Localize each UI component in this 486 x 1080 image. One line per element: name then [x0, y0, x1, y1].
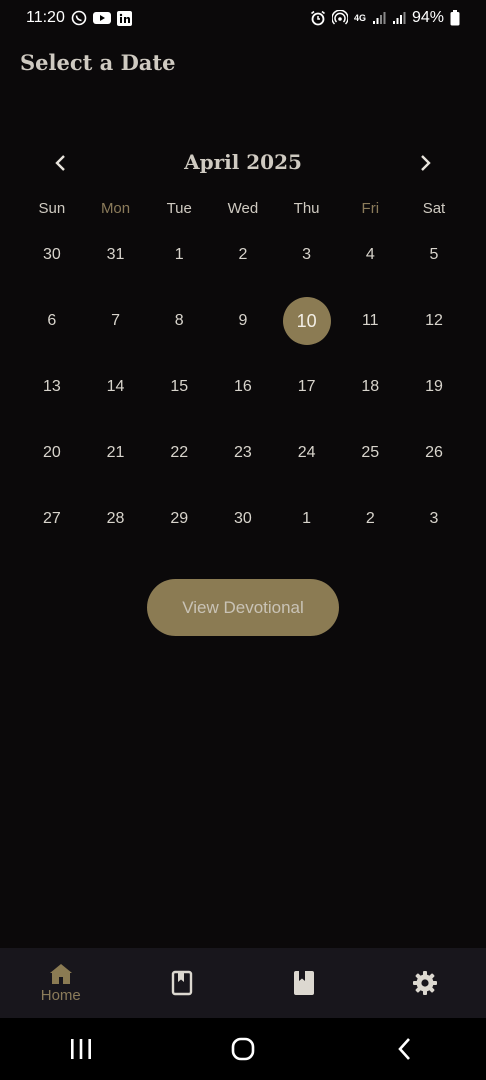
- calendar-day[interactable]: 4: [338, 231, 402, 279]
- view-devotional-button[interactable]: View Devotional: [147, 579, 339, 636]
- book-icon: [293, 971, 314, 995]
- calendar-header: April 2025: [0, 140, 486, 184]
- calendar-day[interactable]: 28: [84, 495, 148, 543]
- alarm-icon: [310, 10, 326, 26]
- calendar-day[interactable]: 5: [402, 231, 466, 279]
- recent-apps-button[interactable]: [51, 1024, 111, 1074]
- weekday-label: Thu: [293, 200, 320, 217]
- calendar-day[interactable]: 29: [147, 495, 211, 543]
- page-title: Select a Date: [20, 50, 176, 75]
- calendar-week: 13 14 15 16 17 18 19: [20, 354, 466, 420]
- system-navigation: [0, 1018, 486, 1080]
- calendar-day[interactable]: 30: [211, 495, 275, 543]
- chevron-right-icon: [421, 155, 431, 171]
- calendar-week: 27 28 29 30 1 2 3: [20, 486, 466, 552]
- youtube-icon: [92, 11, 111, 25]
- home-circle-icon: [231, 1037, 255, 1061]
- bottom-nav: Home: [0, 948, 486, 1018]
- home-button[interactable]: [213, 1024, 273, 1074]
- month-label: April 2025: [184, 150, 302, 174]
- calendar-day[interactable]: 20: [20, 429, 84, 477]
- signal-icon: [372, 11, 386, 25]
- calendar-day[interactable]: 12: [402, 297, 466, 345]
- calendar-day[interactable]: 16: [211, 363, 275, 411]
- calendar-day[interactable]: 9: [211, 297, 275, 345]
- status-left: 11:20: [26, 9, 132, 27]
- calendar-day[interactable]: 3: [402, 495, 466, 543]
- calendar-day[interactable]: 11: [338, 297, 402, 345]
- gear-icon: [413, 971, 438, 995]
- calendar-day[interactable]: 19: [402, 363, 466, 411]
- previous-month-button[interactable]: [46, 148, 76, 178]
- status-time: 11:20: [26, 9, 65, 26]
- calendar-day[interactable]: 25: [338, 429, 402, 477]
- nav-book[interactable]: [243, 948, 365, 1018]
- weekday-label: Fri: [361, 200, 380, 217]
- calendar-day[interactable]: 1: [275, 495, 339, 543]
- calendar-day[interactable]: 7: [84, 297, 148, 345]
- calendar-day[interactable]: 30: [20, 231, 84, 279]
- calendar-day[interactable]: 8: [147, 297, 211, 345]
- bookmark-book-icon: [172, 970, 193, 996]
- back-chevron-icon: [398, 1038, 410, 1060]
- calendar-grid: 30 31 1 2 3 4 5 6 7 8 9 10 11 12 13 14 1…: [20, 222, 466, 552]
- whatsapp-icon: [71, 10, 87, 26]
- weekday-label: Sun: [38, 200, 66, 217]
- nav-bookmarks[interactable]: [122, 948, 244, 1018]
- calendar-day[interactable]: 24: [275, 429, 339, 477]
- network-type: 4G: [353, 13, 366, 23]
- weekday-label: Wed: [227, 200, 259, 217]
- calendar-day[interactable]: 26: [402, 429, 466, 477]
- calendar-day[interactable]: 18: [338, 363, 402, 411]
- calendar-day[interactable]: 31: [84, 231, 148, 279]
- weekday-label: Tue: [166, 200, 192, 217]
- hotspot-icon: [331, 10, 348, 26]
- status-bar: 11:20 4G 94%: [0, 0, 486, 36]
- calendar-day[interactable]: 14: [84, 363, 148, 411]
- status-right: 4G 94%: [310, 9, 460, 27]
- signal-icon: [392, 11, 406, 25]
- calendar-week: 30 31 1 2 3 4 5: [20, 222, 466, 288]
- calendar-day[interactable]: 22: [147, 429, 211, 477]
- calendar-day[interactable]: 17: [275, 363, 339, 411]
- calendar-day[interactable]: 27: [20, 495, 84, 543]
- linkedin-icon: [116, 10, 132, 26]
- nav-label: Home: [40, 986, 81, 1004]
- weekday-label: Mon: [100, 200, 131, 217]
- calendar-day[interactable]: 13: [20, 363, 84, 411]
- calendar-week: 20 21 22 23 24 25 26: [20, 420, 466, 486]
- weekday-header: Sun Mon Tue Wed Thu Fri Sat: [20, 200, 466, 217]
- back-button[interactable]: [375, 1024, 435, 1074]
- calendar-day[interactable]: 15: [147, 363, 211, 411]
- calendar-day[interactable]: 2: [338, 495, 402, 543]
- calendar-day-selected[interactable]: 10: [275, 297, 339, 345]
- calendar-day[interactable]: 3: [275, 231, 339, 279]
- calendar-day[interactable]: 23: [211, 429, 275, 477]
- calendar-day[interactable]: 1: [147, 231, 211, 279]
- weekday-label: Sat: [422, 200, 446, 217]
- battery-icon: [450, 10, 460, 26]
- battery-percent: 94%: [411, 9, 444, 26]
- calendar-day[interactable]: 2: [211, 231, 275, 279]
- nav-home[interactable]: Home: [0, 948, 122, 1018]
- nav-settings[interactable]: [365, 948, 486, 1018]
- next-month-button[interactable]: [410, 148, 440, 178]
- calendar-day[interactable]: 6: [20, 297, 84, 345]
- home-icon: [49, 963, 72, 984]
- recent-apps-icon: [71, 1039, 91, 1059]
- calendar-day[interactable]: 21: [84, 429, 148, 477]
- chevron-left-icon: [55, 155, 65, 171]
- calendar-week: 6 7 8 9 10 11 12: [20, 288, 466, 354]
